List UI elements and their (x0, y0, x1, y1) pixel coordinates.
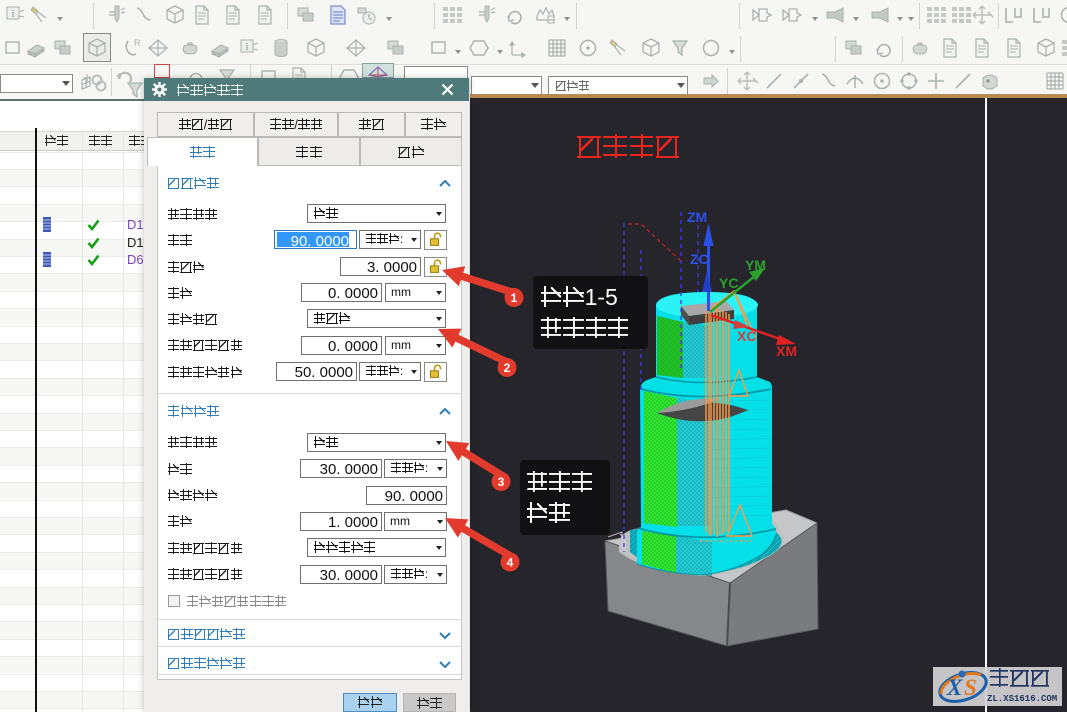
svg-text:ZC: ZC (690, 251, 709, 267)
svg-text:X: X (946, 675, 963, 700)
svg-text:XM: XM (776, 343, 797, 359)
svg-text:ZM: ZM (687, 209, 707, 225)
svg-text:YM: YM (745, 257, 766, 273)
svg-text:S: S (964, 675, 977, 700)
svg-text:XC: XC (737, 328, 756, 344)
svg-text:YC: YC (719, 275, 738, 291)
